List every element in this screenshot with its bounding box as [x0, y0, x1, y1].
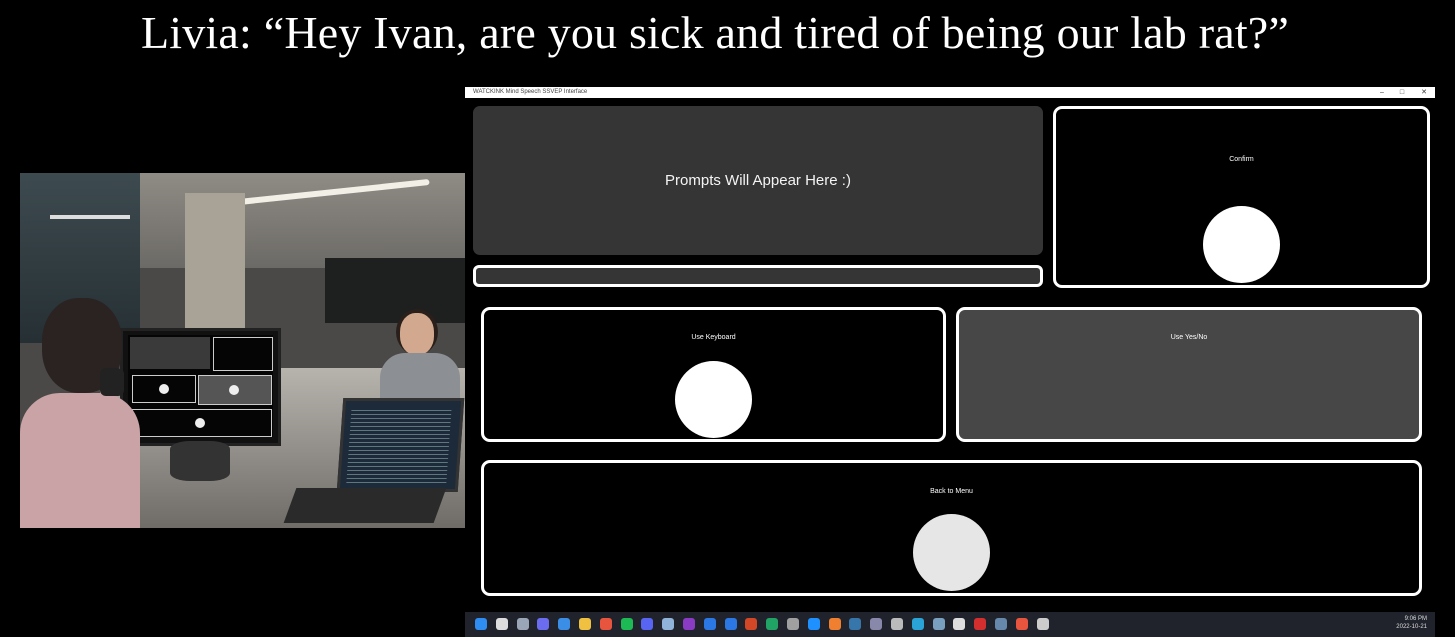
task-view-icon[interactable]: [516, 618, 529, 630]
confirm-flicker-circle: [1203, 206, 1280, 283]
prompt-area: Prompts Will Appear Here :): [473, 106, 1043, 255]
photo-laptop-code: [346, 407, 452, 483]
windows-taskbar: 9:06 PM 2022-10-21: [465, 612, 1435, 637]
photo-pillar: [185, 193, 245, 333]
taskbar-clock[interactable]: 9:06 PM 2022-10-21: [1396, 615, 1427, 631]
back-flicker-circle: [913, 514, 990, 591]
prompt-text: Prompts Will Appear Here :): [665, 172, 851, 189]
photo-laptop-keyboard: [283, 488, 447, 523]
powerpoint-icon[interactable]: [745, 618, 758, 630]
maximize-button[interactable]: □: [1395, 87, 1409, 98]
chrome2-icon[interactable]: [1015, 618, 1028, 630]
photo-laptop: [336, 398, 465, 492]
widgets-icon[interactable]: [558, 618, 571, 630]
photo-screen-dot: [229, 385, 239, 395]
video-caption: Livia: “Hey Ivan, are you sick and tired…: [140, 7, 1290, 58]
confirm-button[interactable]: Confirm: [1053, 106, 1430, 288]
chat-icon[interactable]: [537, 618, 550, 630]
app-icon[interactable]: [870, 618, 883, 630]
minimize-button[interactable]: –: [1375, 87, 1389, 98]
start-icon[interactable]: [475, 618, 487, 630]
window-titlebar: WATCKINK Mind Speech SSVEP Interface – □…: [465, 87, 1435, 98]
window-title: WATCKINK Mind Speech SSVEP Interface: [473, 89, 588, 95]
spotify-icon[interactable]: [620, 618, 633, 630]
photo-screen-yesno: [198, 375, 272, 405]
back-to-menu-button[interactable]: Back to Menu: [481, 460, 1422, 596]
photo-ceiling-light-2: [50, 215, 130, 219]
photo-person-face: [400, 313, 434, 355]
onenote-icon[interactable]: [683, 618, 695, 630]
browser-icon[interactable]: [724, 618, 737, 630]
progress-bar: [473, 265, 1043, 287]
clock-date: 2022-10-21: [1396, 624, 1427, 630]
use-yes-no-button[interactable]: Use Yes/No: [956, 307, 1422, 442]
steam-icon[interactable]: [995, 618, 1007, 630]
settings-icon[interactable]: [891, 618, 903, 630]
photo-subject-with-eeg-cap: [20, 298, 150, 528]
back-to-menu-label: Back to Menu: [930, 488, 973, 495]
excel-icon[interactable]: [766, 618, 779, 630]
use-yes-no-label: Use Yes/No: [1170, 334, 1208, 341]
edge-icon[interactable]: [911, 618, 924, 630]
app2-icon[interactable]: [932, 618, 945, 630]
keyboard-flicker-circle: [675, 361, 752, 438]
terminal-icon[interactable]: [1036, 618, 1049, 630]
photo-subject-mask: [100, 368, 124, 396]
confirm-label: Confirm: [1229, 156, 1254, 163]
photo-subject-body: [20, 393, 140, 528]
clock-time: 9:06 PM: [1404, 616, 1427, 622]
close-button[interactable]: ✕: [1417, 87, 1431, 98]
photo-screen-dot: [195, 418, 205, 428]
photo-screen-confirm: [213, 337, 273, 371]
file-explorer-icon[interactable]: [579, 618, 591, 630]
use-keyboard-label: Use Keyboard: [691, 334, 736, 341]
media-icon[interactable]: [953, 618, 966, 630]
python-icon[interactable]: [849, 618, 862, 630]
chrome-icon[interactable]: [599, 618, 612, 630]
notepad-icon[interactable]: [662, 618, 675, 630]
search-icon[interactable]: [495, 618, 508, 630]
ssvep-app-window: WATCKINK Mind Speech SSVEP Interface – □…: [465, 87, 1435, 612]
lab-photo: [20, 173, 465, 528]
discord-icon[interactable]: [641, 618, 654, 630]
photo-screen-dot: [159, 384, 169, 394]
use-keyboard-button[interactable]: Use Keyboard: [481, 307, 946, 442]
vscode-icon[interactable]: [807, 618, 820, 630]
acrobat-icon[interactable]: [974, 618, 987, 630]
word-icon[interactable]: [703, 618, 716, 630]
photo-screen-back: [132, 409, 272, 437]
photo-monitor-stand: [170, 441, 230, 481]
matlab-icon[interactable]: [828, 618, 841, 630]
git-icon[interactable]: [787, 618, 799, 630]
